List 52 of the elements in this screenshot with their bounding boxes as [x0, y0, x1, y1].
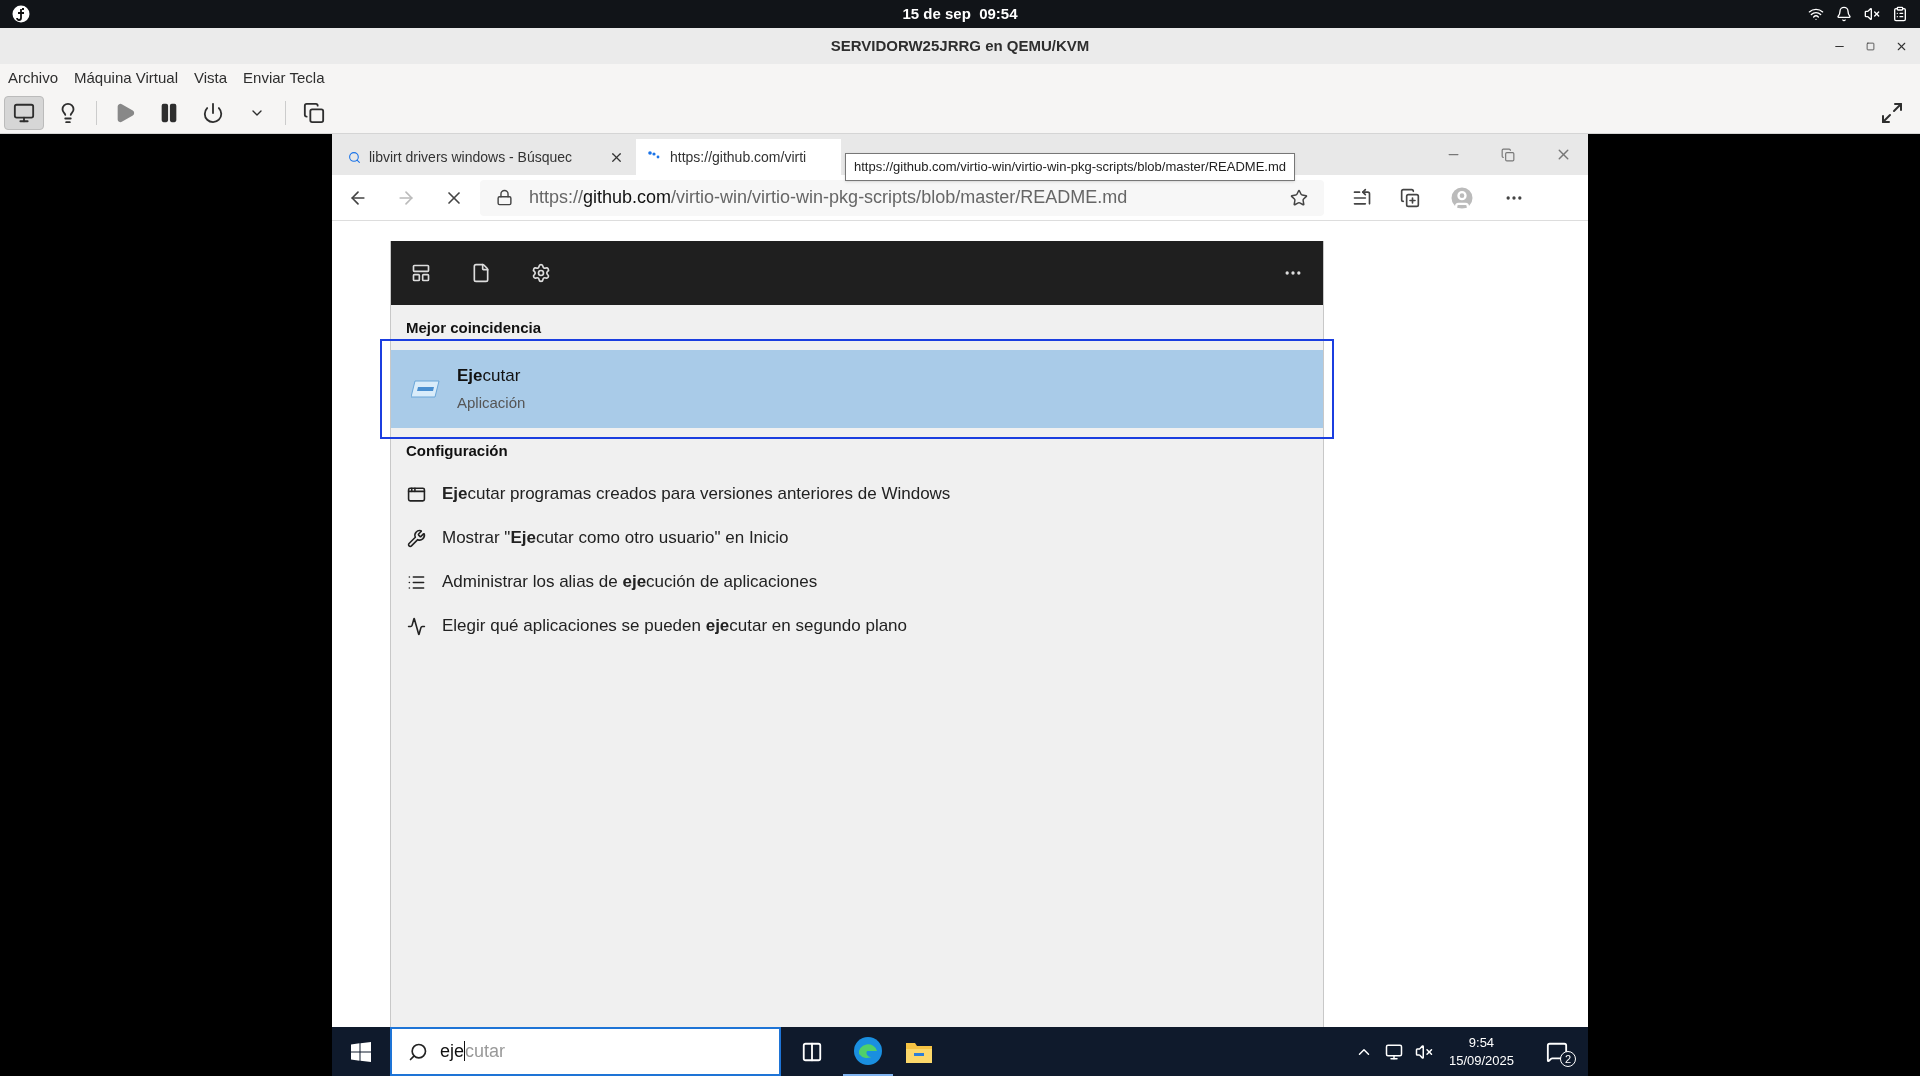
favorite-star-icon[interactable]	[1290, 188, 1308, 207]
windows-stack-icon	[303, 101, 325, 124]
apps-filter-icon[interactable]	[411, 263, 431, 283]
tab-title: https://github.com/virti	[670, 147, 808, 167]
settings-icon[interactable]	[531, 263, 551, 283]
settings-result[interactable]: Administrar los alias de ejecución de aplicaciones	[391, 560, 1323, 604]
bell-icon[interactable]	[1836, 6, 1852, 22]
url-text: https://github.com/virtio-win/virtio-win-pkg-scripts/blob/master/README.md	[529, 186, 1128, 209]
mute-icon[interactable]	[1864, 6, 1880, 22]
menu-item[interactable]: Vista	[194, 66, 228, 90]
favorites-icon[interactable]	[1352, 187, 1372, 208]
wrench-icon	[407, 528, 426, 548]
tab-title: libvirt drivers windows - Búsquec	[369, 147, 574, 167]
best-match-result[interactable]: Ejecutar Aplicación	[391, 349, 1323, 428]
maximize-icon[interactable]	[1866, 41, 1875, 51]
section-heading: Mejor coincidencia	[406, 318, 543, 338]
collections-icon[interactable]	[1400, 187, 1420, 208]
fullscreen-icon[interactable]	[1880, 100, 1904, 125]
menu-item[interactable]: Máquina Virtual	[74, 66, 178, 90]
url-field[interactable]: https://github.com/virtio-win/virtio-win-pkg-scripts/blob/master/README.md	[480, 179, 1324, 216]
search-icon	[408, 1041, 428, 1062]
result-title: Ejecutar	[457, 364, 522, 387]
settings-result[interactable]: Elegir qué aplicaciones se pueden ejecutar en segundo plano	[391, 604, 1323, 648]
settings-result[interactable]: Ejecutar programas creados para versiones anteriores de Windows	[391, 472, 1323, 516]
section-heading: Configuración	[406, 440, 509, 461]
taskbar-search-field[interactable]: ejecutar	[390, 1027, 781, 1076]
search-text: ejecutar	[440, 1040, 506, 1063]
lock-icon	[496, 189, 513, 206]
window-title: SERVIDORW25JRRG en QEMU/KVM	[830, 35, 1090, 56]
settings-result[interactable]: Mostrar "Ejecutar como otro usuario" en Inicio	[391, 516, 1323, 560]
url-tooltip: https://github.com/virtio-win/virtio-win-pkg-scripts/blob/master/README.md	[845, 153, 1295, 181]
clock[interactable]: 15 de sep 09:54	[902, 2, 1018, 26]
task-view-icon[interactable]	[801, 1040, 823, 1063]
activity-icon	[407, 616, 426, 636]
browser-tab[interactable]: https://github.com/virti	[636, 139, 841, 175]
notification-count: 2	[1559, 1050, 1576, 1067]
document-filter-icon[interactable]	[471, 263, 491, 283]
search-icon	[348, 150, 361, 164]
power-icon	[202, 101, 224, 124]
wifi-icon[interactable]	[1808, 6, 1824, 22]
toolbar-button[interactable]	[4, 95, 44, 130]
result-subtitle: Aplicación	[457, 393, 526, 413]
browser-app-icon	[853, 1035, 883, 1066]
menu-item[interactable]: Enviar Tecla	[243, 66, 325, 90]
app-window-icon	[407, 484, 426, 504]
clipboard-icon[interactable]	[1892, 6, 1908, 22]
taskbar-clock[interactable]: 9:54 15/09/2025	[1444, 1033, 1518, 1070]
menu-item[interactable]: Archivo	[8, 66, 59, 90]
restore-icon[interactable]	[1501, 147, 1515, 162]
monitor-icon	[13, 101, 35, 124]
mute-icon[interactable]	[1414, 1042, 1433, 1061]
browser-tab[interactable]: libvirt drivers windows - Búsquec	[336, 139, 636, 175]
